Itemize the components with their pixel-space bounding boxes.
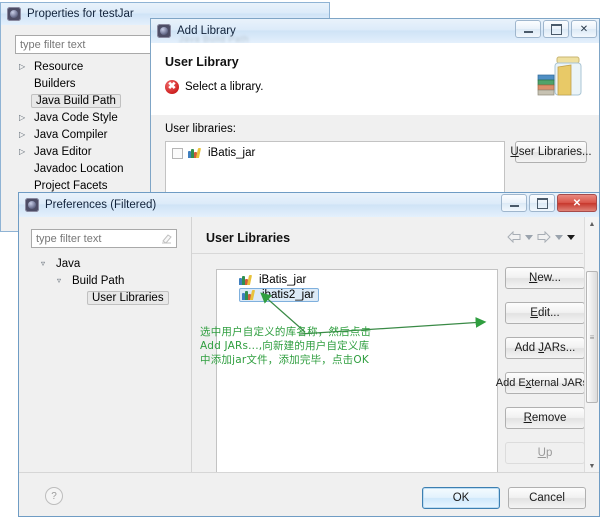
vscroll-thumb[interactable]: ≡ [586,271,598,403]
scroll-up-arrow[interactable]: ▲ [585,217,599,231]
library-name: iBatis_jar [259,274,307,286]
tree-item-java-compiler[interactable]: ▷ Java Compiler [15,126,165,143]
forward-menu-chevron-down-icon[interactable] [555,234,563,240]
properties-filter-placeholder: type filter text [20,38,86,51]
jar-with-books-icon [537,56,582,96]
close-button[interactable]: ✕ [557,194,597,212]
close-button[interactable]: ✕ [571,20,597,38]
up-button: Up [505,442,585,464]
preferences-vertical-scrollbar[interactable]: ▲ ≡ ▼ [584,217,599,473]
library-tree-item[interactable]: iBatis_jar [217,270,497,286]
library-tree-item-selected[interactable]: ibatis2_jar [217,286,497,302]
eclipse-app-icon [157,24,171,38]
preferences-footer: ? OK Cancel [19,472,599,516]
new-button[interactable]: New... [505,267,585,289]
minimize-button[interactable] [515,20,541,38]
cancel-button-label: Cancel [529,492,565,504]
tree-item-label: User Libraries [87,290,169,305]
preferences-window-controls[interactable]: ✕ [501,194,597,212]
scroll-down-arrow[interactable]: ▼ [585,459,599,473]
preferences-page-title: User Libraries [206,231,291,245]
chevron-right-icon[interactable]: ▷ [19,147,31,156]
properties-filter-input[interactable]: type filter text [15,35,165,54]
add-library-heading: User Library [165,55,239,69]
library-icon [239,274,254,286]
chevron-down-icon[interactable]: ▿ [41,259,53,268]
preferences-titlebar[interactable]: Preferences (Filtered) ✕ [19,193,599,217]
chevron-right-icon[interactable]: ▷ [19,62,31,71]
tree-item-label: Build Path [72,274,125,287]
library-icon [188,147,203,159]
preferences-title: Preferences (Filtered) [45,199,157,211]
tree-item-builders[interactable]: Builders [15,75,165,92]
add-library-titlebar[interactable]: Add Library Java Build Path ✕ [151,19,599,44]
back-menu-chevron-down-icon[interactable] [525,234,533,240]
add-library-window[interactable]: Add Library Java Build Path ✕ User Libra… [150,18,600,198]
add-external-jars-button[interactable]: Add External JARs.. [496,372,594,394]
eclipse-app-icon [7,7,21,21]
preferences-filter-input[interactable]: type filter text [31,229,177,248]
cancel-button[interactable]: Cancel [508,487,586,509]
tree-item-label: Java Compiler [34,128,108,141]
ok-button-label: OK [452,492,470,504]
add-jars-button[interactable]: Add JARs... [505,337,585,359]
tree-item-label: Builders [34,77,76,90]
preferences-navigation[interactable] [507,230,575,244]
remove-button[interactable]: Remove [505,407,585,429]
forward-arrow-icon[interactable] [537,230,551,244]
annotation-text: 选中用户自定义的库名称，然后点击 Add JARs...,向新建的用户自定义库 … [200,326,372,366]
library-action-buttons: New... Edit... Add JARs... Add External … [496,267,594,499]
minimize-button[interactable] [501,194,527,212]
maximize-button[interactable] [529,194,555,212]
back-arrow-icon[interactable] [507,230,521,244]
tree-item-java-code-style[interactable]: ▷ Java Code Style [15,109,165,126]
eclipse-app-icon [25,198,39,212]
add-library-message: Select a library. [185,81,264,93]
chevron-down-icon[interactable]: ▿ [57,276,69,285]
library-name: iBatis_jar [208,147,256,159]
clear-filter-icon[interactable] [161,233,172,244]
preferences-filter-placeholder: type filter text [36,232,102,245]
tree-item-java-editor[interactable]: ▷ Java Editor [15,143,165,160]
tree-item-label: Resource [34,60,84,73]
tree-item-java-build-path[interactable]: Java Build Path [15,92,165,109]
maximize-button[interactable] [543,20,569,38]
view-menu-chevron-down-icon[interactable] [567,234,575,240]
tree-item-resource[interactable]: ▷ Resource [15,58,165,75]
library-name: ibatis2_jar [262,289,315,301]
error-icon: ✖ [165,80,179,94]
user-libraries-list[interactable]: iBatis_jar [165,141,505,195]
library-list-item[interactable]: iBatis_jar [166,142,504,164]
edit-button[interactable]: Edit... [505,302,585,324]
tree-item-javadoc-location[interactable]: Javadoc Location [15,160,165,177]
chevron-right-icon[interactable]: ▷ [19,130,31,139]
user-libraries-button[interactable]: User Libraries... [510,141,592,163]
add-library-window-controls[interactable]: ✕ [515,20,597,38]
tree-item-build-path[interactable]: ▿ Build Path [31,272,177,289]
library-icon [242,289,257,301]
help-icon[interactable]: ? [45,487,63,505]
page-title-separator [192,253,583,254]
add-library-header: User Library ✖ Select a library. [151,43,599,116]
user-libraries-label: User libraries: [165,123,236,135]
tree-item-label: Java Editor [34,145,92,158]
tree-item-label: Project Facets [34,179,108,192]
tree-item-label: Java Build Path [31,93,121,108]
tree-item-label: Java [56,257,81,270]
properties-window-title: Properties for testJar [27,8,134,20]
user-libraries-tree[interactable]: iBatis_jar ibatis2_jar [216,269,498,484]
add-library-body: User libraries: iBatis_jar User Librarie… [151,115,599,197]
chevron-right-icon[interactable]: ▷ [19,113,31,122]
ok-button[interactable]: OK [422,487,500,509]
tree-item-label: Java Code Style [34,111,118,124]
tree-item-label: Javadoc Location [34,162,124,175]
tree-item-user-libraries[interactable]: User Libraries [31,289,177,306]
tree-item-java[interactable]: ▿ Java [31,255,177,272]
user-libraries-button-label: User Libraries... [510,146,592,158]
library-checkbox[interactable] [172,147,183,159]
